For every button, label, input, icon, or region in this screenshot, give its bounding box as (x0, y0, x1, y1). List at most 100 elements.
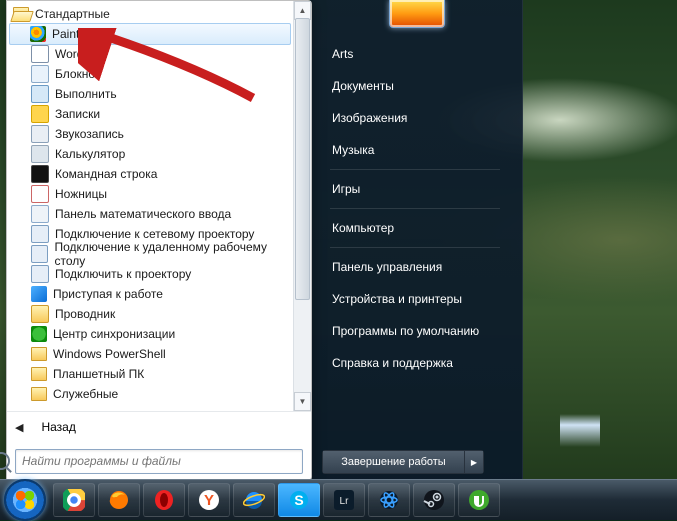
yandex-icon[interactable]: Y (188, 483, 230, 517)
mathpanel-icon (31, 205, 49, 223)
search-icon (0, 452, 10, 470)
scroll-down-button[interactable]: ▼ (294, 392, 311, 411)
calc-icon (31, 145, 49, 163)
search-input[interactable] (15, 449, 303, 474)
program-label: WordPad (55, 47, 105, 61)
opera-icon[interactable] (143, 483, 185, 517)
user-picture[interactable] (389, 0, 445, 28)
program-item-run[interactable]: Выполнить (10, 84, 293, 104)
program-item-notepad[interactable]: Блокнот (10, 64, 293, 84)
programs-scrollbar[interactable]: ▲ ▼ (293, 1, 311, 411)
folder-icon (31, 387, 47, 401)
program-label: Записки (55, 107, 100, 121)
program-label: Ножницы (55, 187, 107, 201)
program-label: Проводник (55, 307, 115, 321)
folder-icon (31, 367, 47, 381)
ie-icon[interactable] (233, 483, 275, 517)
shutdown-button[interactable]: Завершение работы (323, 451, 465, 473)
subfolder-служебные[interactable]: Служебные (10, 384, 293, 404)
rightcol-link-документы[interactable]: Документы (322, 70, 508, 102)
rightcol-link-панель-управления[interactable]: Панель управления (322, 251, 508, 283)
program-item-soundrec[interactable]: Звукозапись (10, 124, 293, 144)
back-label: Назад (41, 420, 75, 434)
chrome-icon[interactable] (53, 483, 95, 517)
scroll-thumb[interactable] (295, 18, 310, 300)
program-item-rdp[interactable]: Подключение к удаленному рабочему столу (10, 244, 293, 264)
program-label: Paint (52, 27, 79, 41)
program-item-sticky[interactable]: Записки (10, 104, 293, 124)
rightcol-link-игры[interactable]: Игры (322, 173, 508, 205)
cmd-icon (31, 165, 49, 183)
paint-icon (30, 26, 46, 42)
rightcol-link-изображения[interactable]: Изображения (322, 102, 508, 134)
firefox-icon[interactable] (98, 483, 140, 517)
snip-icon (31, 185, 49, 203)
rightcol-link-компьютер[interactable]: Компьютер (322, 212, 508, 244)
svg-text:Lr: Lr (340, 496, 350, 507)
rightcol-link-устройства-и-принтеры[interactable]: Устройства и принтеры (322, 283, 508, 315)
folder-label: Служебные (53, 387, 118, 401)
program-label: Приступая к работе (53, 287, 163, 301)
program-item-sync[interactable]: Центр синхронизации (10, 324, 293, 344)
battlenet-icon[interactable] (368, 483, 410, 517)
notepad-icon (31, 65, 49, 83)
program-label: Подключение к сетевому проектору (55, 227, 254, 241)
folder-label: Стандартные (35, 7, 110, 21)
shutdown-split-button[interactable]: Завершение работы ▶ (322, 450, 484, 474)
program-label: Командная строка (55, 167, 157, 181)
program-label: Калькулятор (55, 147, 125, 161)
program-label: Центр синхронизации (53, 327, 175, 341)
rightcol-link-музыка[interactable]: Музыка (322, 134, 508, 166)
separator (330, 169, 500, 170)
program-item-snip[interactable]: Ножницы (10, 184, 293, 204)
skype-icon[interactable]: S (278, 483, 320, 517)
folder-label: Windows PowerShell (53, 347, 166, 361)
sync-icon (31, 326, 47, 342)
svg-text:S: S (294, 492, 303, 508)
rdp-icon (31, 245, 48, 263)
program-item-calc[interactable]: Калькулятор (10, 144, 293, 164)
start-orb[interactable] (4, 479, 46, 521)
sticky-icon (31, 105, 49, 123)
program-label: Блокнот (55, 67, 100, 81)
program-label: Подключить к проектору (55, 267, 191, 281)
program-item-cmd[interactable]: Командная строка (10, 164, 293, 184)
start-menu-right-column: ArtsДокументыИзображенияМузыка Игры Компью… (322, 38, 508, 379)
program-label: Панель математического ввода (55, 207, 231, 221)
gettingstarted-icon (31, 286, 47, 302)
back-arrow-icon: ◀ (15, 421, 23, 434)
svg-text:Y: Y (204, 492, 214, 509)
program-label: Подключение к удаленному рабочему столу (54, 240, 293, 268)
steam-icon[interactable] (413, 483, 455, 517)
subfolder-планшетный-пк[interactable]: Планшетный ПК (10, 364, 293, 384)
folder-icon (31, 347, 47, 361)
shutdown-options-dropdown[interactable]: ▶ (465, 451, 483, 473)
back-button[interactable]: ◀ Назад (7, 411, 311, 442)
program-label: Выполнить (55, 87, 117, 101)
lightroom-icon[interactable]: Lr (323, 483, 365, 517)
start-menu: Стандартные Paint WordPad Блокнот Выполнить… (6, 0, 312, 481)
folder-accessories[interactable]: Стандартные (10, 4, 293, 24)
utorrent-icon[interactable] (458, 483, 500, 517)
program-item-wordpad[interactable]: WordPad (10, 44, 293, 64)
subfolder-windows-powershell[interactable]: Windows PowerShell (10, 344, 293, 364)
program-item-gettingstarted[interactable]: Приступая к работе (10, 284, 293, 304)
proj-icon (31, 265, 49, 283)
soundrec-icon (31, 125, 49, 143)
separator (330, 247, 500, 248)
rightcol-link-arts[interactable]: Arts (322, 38, 508, 70)
program-item-mathpanel[interactable]: Панель математического ввода (10, 204, 293, 224)
explorer-icon (31, 305, 49, 323)
rightcol-link-программы-по-умолчанию[interactable]: Программы по умолчанию (322, 315, 508, 347)
taskbar: Y S Lr (0, 479, 677, 520)
program-item-explorer[interactable]: Проводник (10, 304, 293, 324)
programs-list: Стандартные Paint WordPad Блокнот Выполнить… (7, 1, 293, 411)
rightcol-link-справка-и-поддержка[interactable]: Справка и поддержка (322, 347, 508, 379)
netproj-icon (31, 225, 49, 243)
wordpad-icon (31, 45, 49, 63)
folder-label: Планшетный ПК (53, 367, 144, 381)
program-item-paint[interactable]: Paint (9, 23, 291, 45)
run-icon (31, 85, 49, 103)
folder-open-icon (13, 7, 29, 21)
program-label: Звукозапись (55, 127, 124, 141)
